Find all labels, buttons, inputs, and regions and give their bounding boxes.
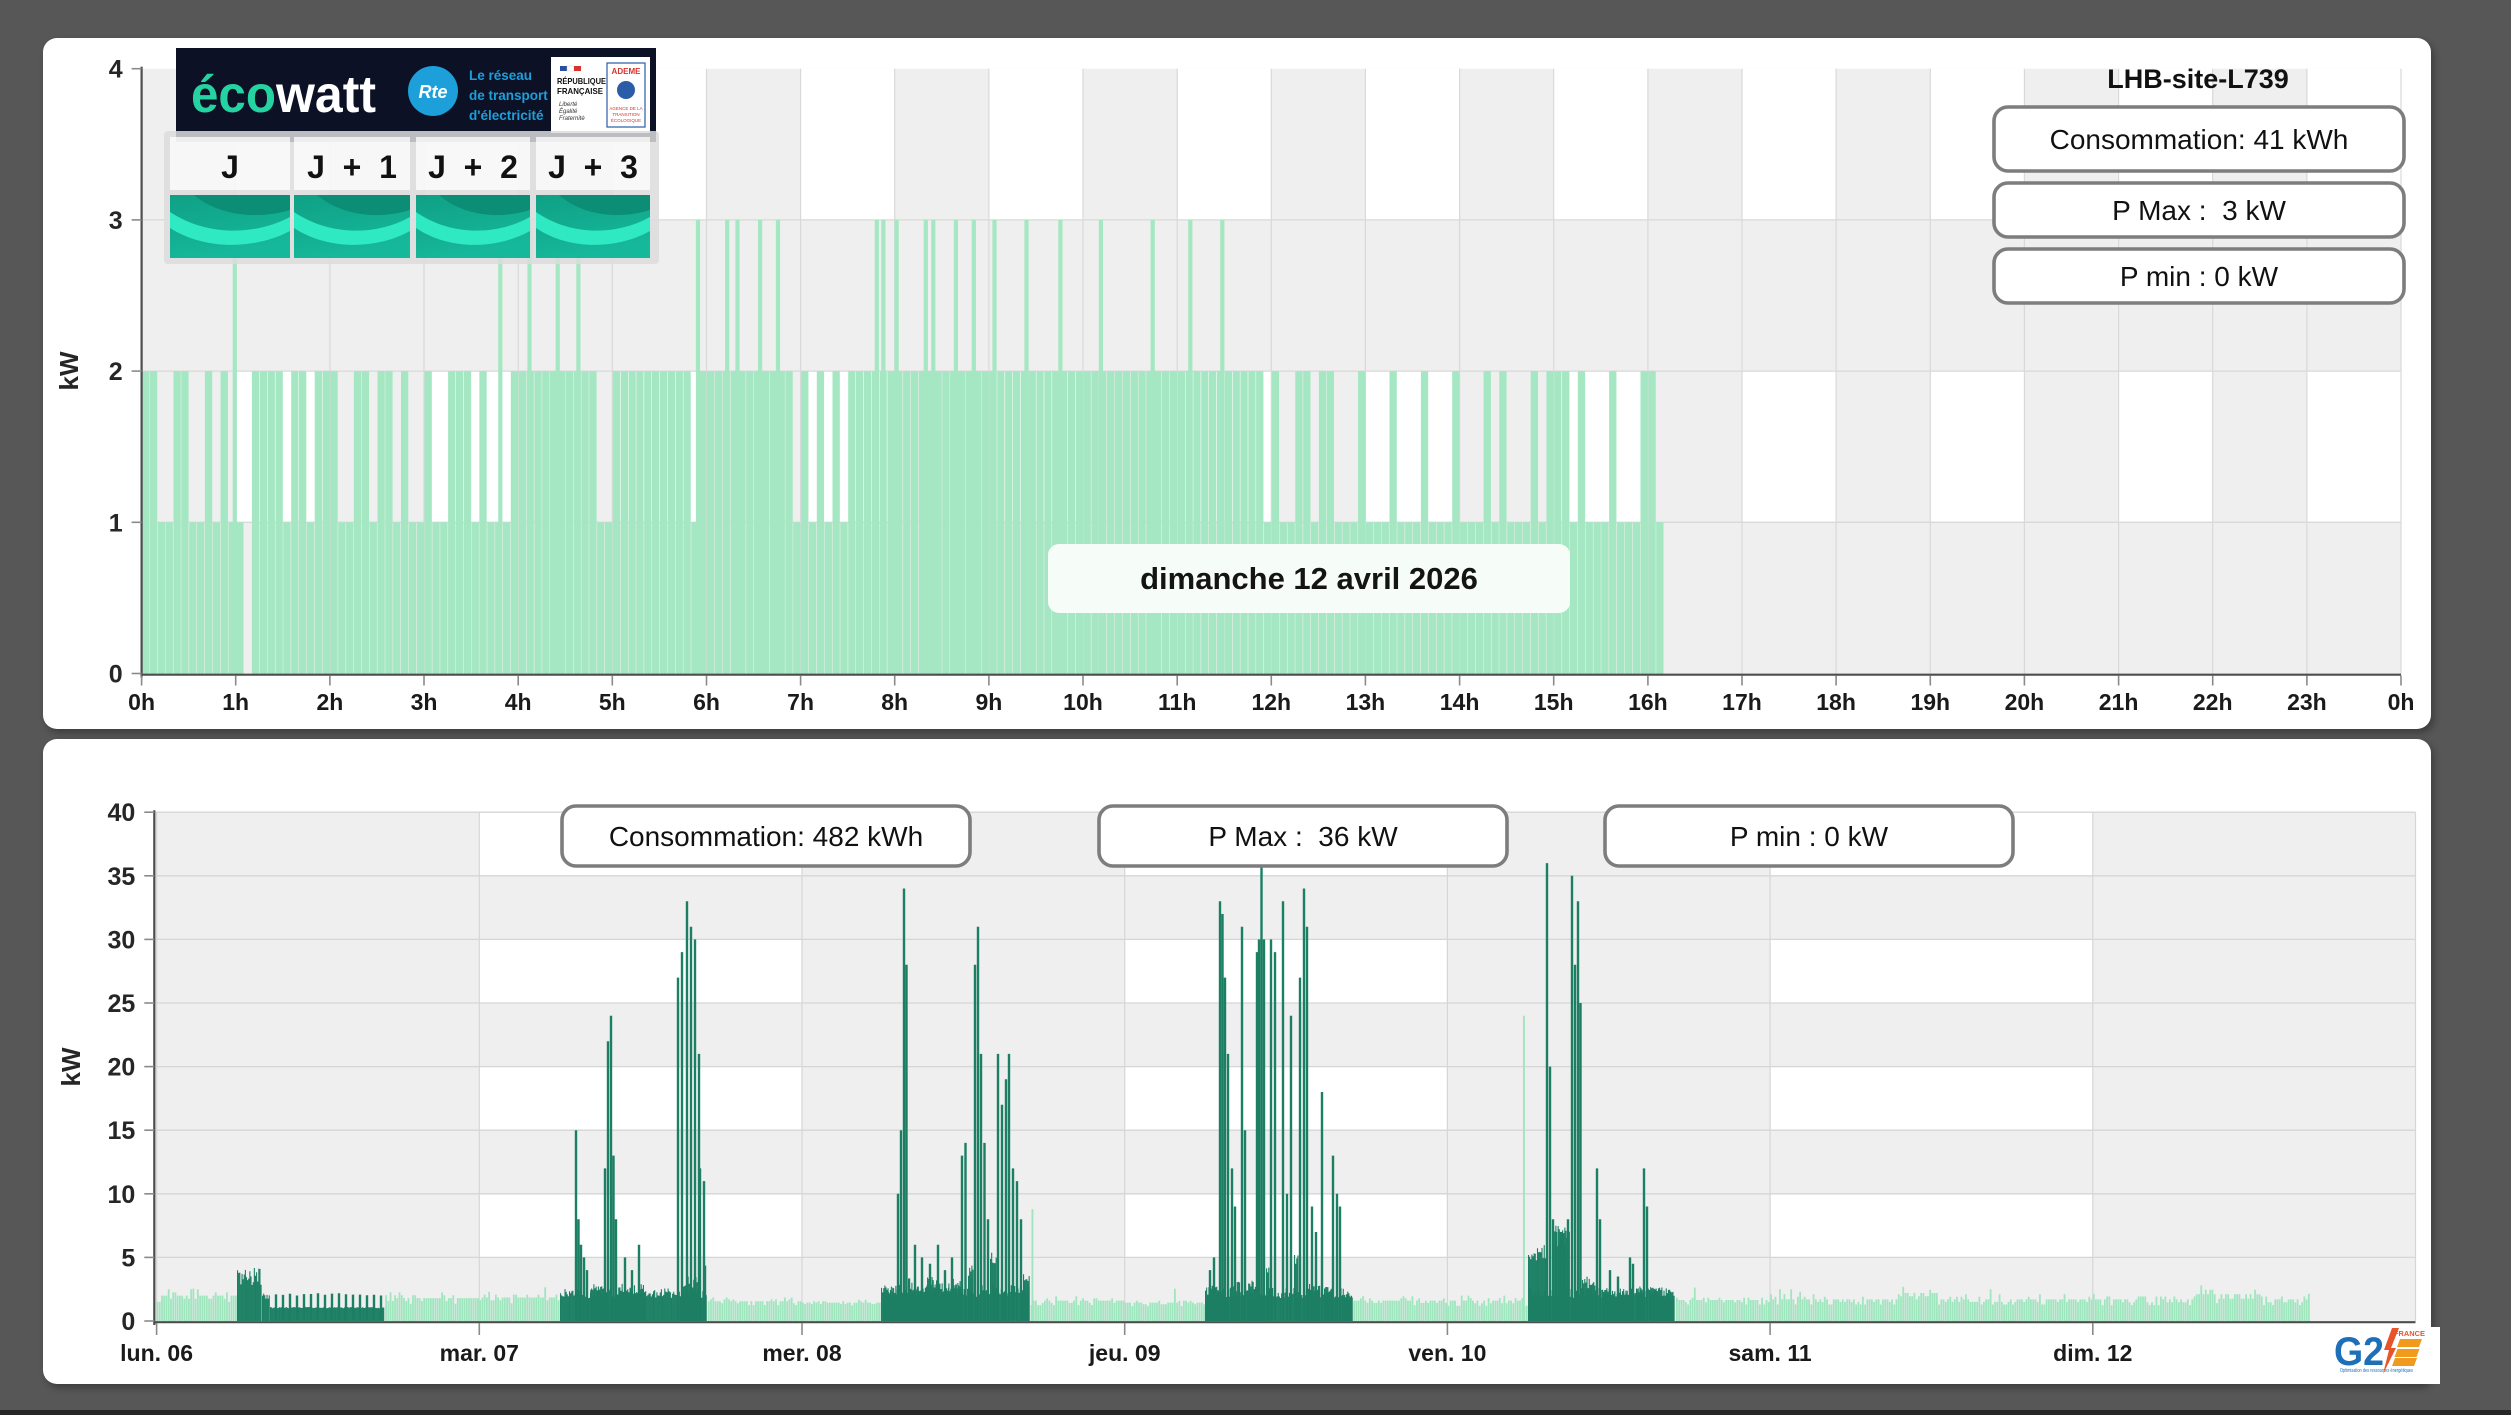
svg-text:30: 30 xyxy=(107,926,135,954)
svg-text:7h: 7h xyxy=(787,689,814,715)
svg-text:0h: 0h xyxy=(128,689,155,715)
svg-text:19h: 19h xyxy=(1910,689,1950,715)
svg-text:15h: 15h xyxy=(1534,689,1574,715)
svg-text:éco: éco xyxy=(191,66,276,124)
svg-text:16h: 16h xyxy=(1628,689,1668,715)
svg-text:J + 2: J + 2 xyxy=(428,149,518,185)
svg-text:6h: 6h xyxy=(693,689,720,715)
svg-text:10h: 10h xyxy=(1063,689,1103,715)
svg-text:J + 1: J + 1 xyxy=(307,149,397,185)
svg-text:P Max : 36 kW: P Max : 36 kW xyxy=(1208,821,1398,852)
svg-text:J + 3: J + 3 xyxy=(548,149,638,185)
svg-text:kW: kW xyxy=(54,351,84,390)
svg-text:20: 20 xyxy=(107,1054,135,1082)
svg-text:1: 1 xyxy=(109,509,123,537)
svg-text:18h: 18h xyxy=(1816,689,1856,715)
svg-text:0: 0 xyxy=(121,1308,135,1336)
svg-text:25: 25 xyxy=(107,990,135,1018)
svg-text:lun. 06: lun. 06 xyxy=(120,1340,193,1366)
svg-text:2h: 2h xyxy=(316,689,343,715)
svg-text:watt: watt xyxy=(275,66,376,124)
svg-text:J: J xyxy=(221,149,239,185)
svg-text:FRANÇAISE: FRANÇAISE xyxy=(557,86,603,96)
svg-text:0h: 0h xyxy=(2388,689,2415,715)
svg-text:Optimisation des ressources én: Optimisation des ressources énergétiques xyxy=(2340,1368,2413,1374)
svg-text:4h: 4h xyxy=(505,689,532,715)
svg-text:sam. 11: sam. 11 xyxy=(1729,1340,1812,1366)
svg-text:40: 40 xyxy=(107,799,135,827)
svg-text:21h: 21h xyxy=(2099,689,2139,715)
svg-text:11h: 11h xyxy=(1158,689,1196,715)
svg-text:ven. 10: ven. 10 xyxy=(1408,1340,1486,1366)
svg-text:d'électricité: d'électricité xyxy=(469,108,544,123)
svg-text:ADEME: ADEME xyxy=(612,67,642,76)
svg-text:13h: 13h xyxy=(1346,689,1386,715)
svg-text:Consommation: 41 kWh: Consommation: 41 kWh xyxy=(2050,124,2349,155)
svg-text:Rte: Rte xyxy=(418,82,447,102)
svg-text:AGENCE DE LA: AGENCE DE LA xyxy=(609,106,642,111)
svg-text:17h: 17h xyxy=(1722,689,1762,715)
svg-text:jeu. 09: jeu. 09 xyxy=(1088,1340,1161,1366)
svg-text:5h: 5h xyxy=(599,689,626,715)
svg-text:20h: 20h xyxy=(2005,689,2045,715)
svg-text:Fraternité: Fraternité xyxy=(559,116,585,122)
svg-text:22h: 22h xyxy=(2193,689,2233,715)
svg-text:dimanche 12 avril 2026: dimanche 12 avril 2026 xyxy=(1140,561,1478,596)
svg-text:dim. 12: dim. 12 xyxy=(2053,1340,2132,1366)
svg-text:4: 4 xyxy=(109,56,123,84)
svg-text:RÉPUBLIQUE: RÉPUBLIQUE xyxy=(557,76,606,86)
svg-text:P Max : 3 kW: P Max : 3 kW xyxy=(2112,195,2286,226)
svg-text:de transport: de transport xyxy=(469,88,548,103)
svg-text:14h: 14h xyxy=(1440,689,1480,715)
svg-text:mar. 07: mar. 07 xyxy=(440,1340,519,1366)
svg-text:15: 15 xyxy=(107,1117,135,1145)
svg-text:TRANSITION: TRANSITION xyxy=(612,112,639,117)
svg-text:FRANCE: FRANCE xyxy=(2394,1329,2425,1338)
svg-text:2: 2 xyxy=(109,358,123,386)
svg-text:23h: 23h xyxy=(2287,689,2327,715)
svg-text:3: 3 xyxy=(109,207,123,235)
svg-text:5: 5 xyxy=(121,1244,135,1272)
svg-text:35: 35 xyxy=(107,863,135,891)
svg-text:10: 10 xyxy=(107,1181,135,1209)
svg-text:Liberté: Liberté xyxy=(559,102,578,108)
svg-text:Égalité: Égalité xyxy=(559,108,578,115)
svg-text:P min : 0 kW: P min : 0 kW xyxy=(1730,821,1889,852)
svg-text:0: 0 xyxy=(109,661,123,689)
svg-text:1h: 1h xyxy=(222,689,249,715)
svg-text:Consommation: 482 kWh: Consommation: 482 kWh xyxy=(609,821,923,852)
svg-text:3h: 3h xyxy=(411,689,438,715)
svg-text:9h: 9h xyxy=(975,689,1002,715)
svg-text:8h: 8h xyxy=(881,689,908,715)
svg-text:P min : 0 kW: P min : 0 kW xyxy=(2120,261,2279,292)
svg-text:kW: kW xyxy=(56,1047,86,1086)
svg-text:ÉCOLOGIQUE: ÉCOLOGIQUE xyxy=(611,117,641,123)
svg-text:LHB-site-L739: LHB-site-L739 xyxy=(2107,64,2289,94)
svg-text:Le réseau: Le réseau xyxy=(469,68,532,83)
svg-text:12h: 12h xyxy=(1251,689,1291,715)
svg-text:mer. 08: mer. 08 xyxy=(762,1340,841,1366)
